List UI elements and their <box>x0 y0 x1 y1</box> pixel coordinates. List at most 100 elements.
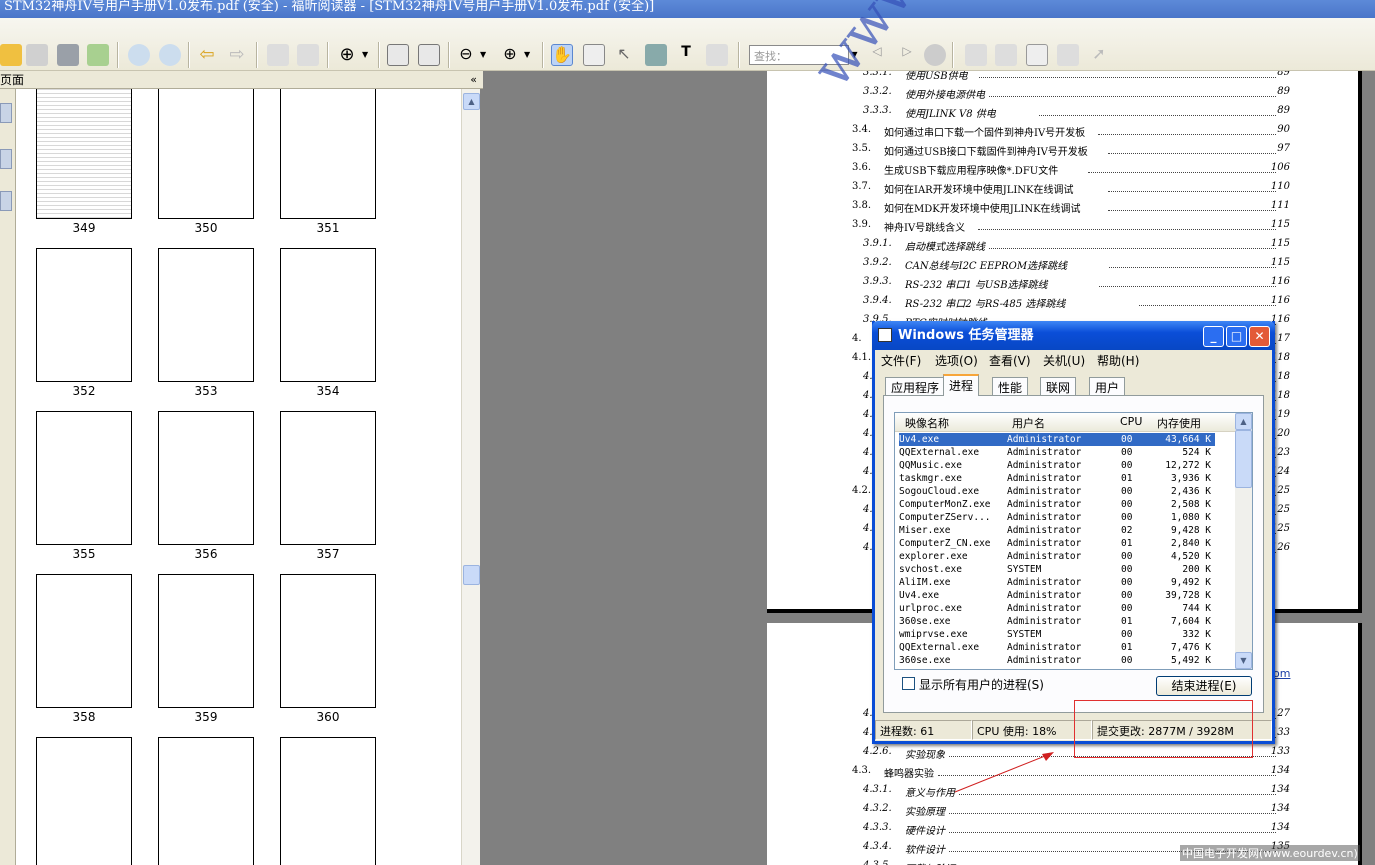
process-row[interactable]: taskmgr.exe Administrator 01 3,936 K <box>899 472 1215 485</box>
pages-tab-icon[interactable] <box>0 103 12 123</box>
back-arrow-icon[interactable]: ⇦ <box>196 44 218 66</box>
page-link[interactable]: om <box>1273 667 1290 680</box>
toc-entry[interactable]: 3.8. 如何在MDK开发环境中使用JLINK在线调试 111 <box>767 197 1358 216</box>
process-list[interactable]: 映像名称 用户名 CPU 内存使用 Uv4.exe Administrator 00… <box>894 412 1253 670</box>
process-row[interactable]: Uv4.exe Administrator 00 43,664 K <box>899 433 1215 446</box>
tab-processes[interactable]: 进程 <box>943 374 980 396</box>
maximize-button[interactable]: □ <box>1226 326 1247 347</box>
save-icon[interactable] <box>26 44 48 66</box>
toc-entry[interactable]: 4.3. 蜂鸣器实验 134 <box>767 762 1358 781</box>
zoom-in-dropdown-icon[interactable]: ▼ <box>524 44 534 66</box>
scroll-up-icon[interactable]: ▲ <box>463 93 480 110</box>
process-row[interactable]: 360se.exe Administrator 01 7,604 K <box>899 615 1215 628</box>
toc-entry[interactable]: 4.3.2. 实验原理 134 <box>767 800 1358 819</box>
process-row[interactable]: Uv4.exe Administrator 00 39,728 K <box>899 589 1215 602</box>
thumbnail-scrollbar[interactable]: ▲ <box>461 89 480 865</box>
binoculars-icon[interactable] <box>645 44 667 66</box>
process-row[interactable]: QQMusic.exe Administrator 00 12,272 K <box>899 459 1215 472</box>
page-thumbnail[interactable] <box>36 89 132 219</box>
fit-page-icon[interactable] <box>387 44 409 66</box>
process-row[interactable]: wmiprvse.exe SYSTEM 00 332 K <box>899 628 1215 641</box>
process-row[interactable]: ComputerMonZ.exe Administrator 00 2,508 K <box>899 498 1215 511</box>
process-row[interactable]: QQExternal.exe Administrator 00 524 K <box>899 446 1215 459</box>
menu-shutdown[interactable]: 关机(U) <box>1043 352 1085 369</box>
page-thumbnail[interactable] <box>158 574 254 708</box>
process-row[interactable]: ComputerZServ... Administrator 00 1,080 K <box>899 511 1215 524</box>
insert-page-icon[interactable] <box>267 44 289 66</box>
scroll-thumb[interactable] <box>463 565 480 585</box>
page-thumbnail[interactable] <box>280 737 376 865</box>
task-manager-title-bar[interactable]: Windows 任务管理器 _ □ ✕ <box>872 321 1275 350</box>
fit-width-icon[interactable] <box>418 44 440 66</box>
scroll-down-icon[interactable]: ▼ <box>1235 652 1252 669</box>
zoom-out-dropdown-icon[interactable]: ▼ <box>480 44 490 66</box>
close-button[interactable]: ✕ <box>1249 326 1270 347</box>
page-thumbnail[interactable] <box>158 89 254 219</box>
column-cpu[interactable]: CPU <box>1120 415 1142 428</box>
column-image-name[interactable]: 映像名称 <box>905 415 949 431</box>
zoom-in-icon[interactable]: ⊕ <box>499 44 521 66</box>
page-thumbnail[interactable] <box>158 248 254 382</box>
collapse-panel-icon[interactable]: « <box>470 71 477 89</box>
forward-arrow-icon[interactable]: ⇨ <box>226 44 248 66</box>
process-row[interactable]: explorer.exe Administrator 00 4,520 K <box>899 550 1215 563</box>
process-row[interactable]: urlproc.exe Administrator 00 744 K <box>899 602 1215 615</box>
page-thumbnail[interactable] <box>158 411 254 545</box>
column-memory[interactable]: 内存使用 <box>1157 415 1201 431</box>
process-row[interactable]: 360se.exe Administrator 00 5,492 K <box>899 654 1215 667</box>
minimize-button[interactable]: _ <box>1203 326 1224 347</box>
zoom-out-icon[interactable]: ⊖ <box>455 44 477 66</box>
page-thumbnail[interactable] <box>280 574 376 708</box>
select-text-icon[interactable] <box>583 44 605 66</box>
hand-tool-icon[interactable]: ✋ <box>551 44 573 66</box>
page-thumbnail[interactable] <box>280 248 376 382</box>
tab-applications[interactable]: 应用程序 <box>885 377 946 396</box>
snapshot-icon[interactable] <box>706 44 728 66</box>
menu-view[interactable]: 查看(V) <box>989 352 1031 369</box>
pointer-icon[interactable]: ↖ <box>613 44 635 66</box>
toc-entry[interactable]: 3.9.4. RS-232 串口2 与RS-485 选择跳线 116 <box>767 292 1358 311</box>
pencil-icon[interactable] <box>995 44 1017 66</box>
toc-entry[interactable]: 3.3.3. 使用JLINK V8 供电 89 <box>767 102 1358 121</box>
end-process-button[interactable]: 结束进程(E) <box>1156 676 1252 696</box>
bookmarks-tab-icon[interactable] <box>0 149 12 169</box>
menu-help[interactable]: 帮助(H) <box>1097 352 1139 369</box>
scroll-thumb[interactable] <box>1235 430 1252 488</box>
toc-entry[interactable]: 4.3.3. 硬件设计 134 <box>767 819 1358 838</box>
toc-entry[interactable]: 3.9.1. 启动模式选择跳线 115 <box>767 235 1358 254</box>
process-row[interactable]: AliIM.exe Administrator 00 9,492 K <box>899 576 1215 589</box>
page-thumbnail[interactable] <box>36 574 132 708</box>
search-icon[interactable] <box>924 44 946 66</box>
tab-performance[interactable]: 性能 <box>992 377 1029 396</box>
toc-entry[interactable]: 3.9.3. RS-232 串口1 与USB选择跳线 116 <box>767 273 1358 292</box>
annotate-icon[interactable] <box>965 44 987 66</box>
toc-entry[interactable]: 3.5. 如何通过USB接口下载固件到神舟IV号开发板 97 <box>767 140 1358 159</box>
process-row[interactable]: QQExternal.exe Administrator 01 7,476 K <box>899 641 1215 654</box>
toc-entry[interactable]: 3.7. 如何在IAR开发环境中使用JLINK在线调试 110 <box>767 178 1358 197</box>
tab-users[interactable]: 用户 <box>1089 377 1126 396</box>
page-thumbnail[interactable] <box>36 248 132 382</box>
process-row[interactable]: svchost.exe SYSTEM 00 200 K <box>899 563 1215 576</box>
page-thumbnail[interactable] <box>36 411 132 545</box>
email-icon[interactable] <box>87 44 109 66</box>
toc-entry[interactable]: 3.6. 生成USB下载应用程序映像*.DFU文件 106 <box>767 159 1358 178</box>
textbox-icon[interactable] <box>1026 44 1048 66</box>
toc-entry[interactable]: 3.9.2. CAN总线与I2C EEPROM选择跳线 115 <box>767 254 1358 273</box>
print-icon[interactable] <box>57 44 79 66</box>
scroll-up-icon[interactable]: ▲ <box>1235 413 1252 430</box>
extract-page-icon[interactable] <box>297 44 319 66</box>
next-page-icon[interactable] <box>159 44 181 66</box>
zoom-icon[interactable]: ⊕ <box>336 44 358 66</box>
previous-page-icon[interactable] <box>128 44 150 66</box>
toc-entry[interactable]: 4.3.1. 意义与作用 134 <box>767 781 1358 800</box>
find-next-icon[interactable]: ▷ <box>896 44 918 66</box>
arrow-tool-icon[interactable]: ➚ <box>1088 44 1110 66</box>
process-row[interactable]: ComputerZ_CN.exe Administrator 01 2,840 K <box>899 537 1215 550</box>
toc-entry[interactable]: 4.2.6. 实验现象 133 <box>767 743 1358 762</box>
open-icon[interactable] <box>0 44 22 66</box>
comment-icon[interactable] <box>1057 44 1079 66</box>
page-thumbnail[interactable] <box>280 89 376 219</box>
page-thumbnail[interactable] <box>36 737 132 865</box>
show-all-users-checkbox[interactable] <box>902 677 915 690</box>
toc-entry[interactable]: 3.9. 神舟IV号跳线含义 115 <box>767 216 1358 235</box>
